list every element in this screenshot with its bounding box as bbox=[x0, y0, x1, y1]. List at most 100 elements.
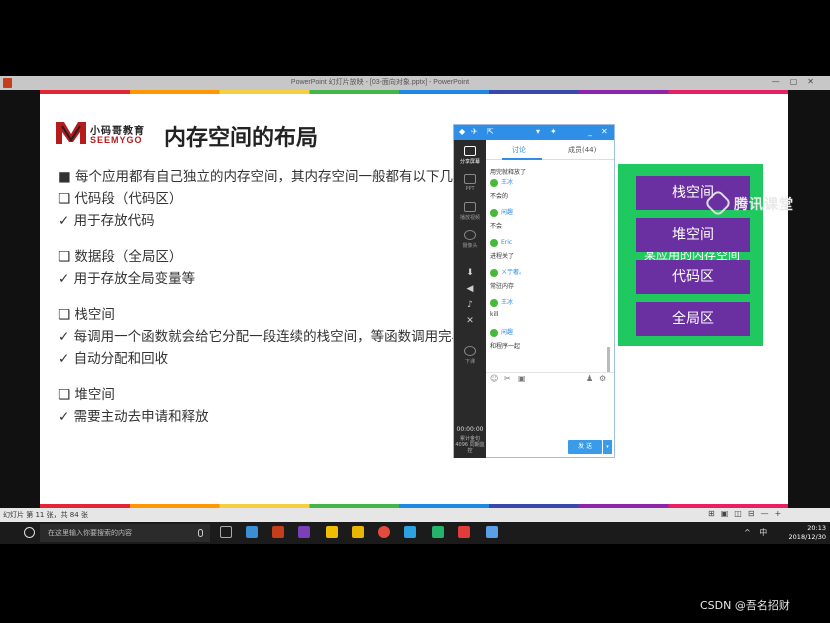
sidebar-label: 分享屏幕 bbox=[459, 159, 480, 165]
sublime-icon[interactable] bbox=[352, 526, 364, 538]
username: ㄨ亍奢。 bbox=[501, 269, 526, 276]
music-icon[interactable]: ♪ bbox=[454, 300, 486, 310]
taskbar-clock[interactable]: 20:13 2018/12/30 bbox=[786, 524, 826, 542]
ime-indicator[interactable]: 中 bbox=[759, 528, 770, 537]
csdn-credit: CSDN @吾名招财 bbox=[700, 599, 790, 612]
tab-discuss[interactable]: 讨论 bbox=[512, 145, 526, 155]
sidebar-label: 摄像头 bbox=[462, 243, 478, 249]
clion-icon[interactable] bbox=[432, 526, 444, 538]
class-timer: 00:00:00 bbox=[456, 426, 484, 433]
gear-icon[interactable]: ⚙ bbox=[599, 374, 606, 383]
start-icon[interactable] bbox=[24, 527, 35, 538]
user-settings-icon[interactable]: ♟ bbox=[586, 374, 593, 383]
brand-name-en: SEEMYGO bbox=[90, 135, 143, 145]
code-region: 代码区 bbox=[636, 260, 750, 294]
rainbow-top-bar bbox=[40, 90, 788, 94]
class-stats: 累计金句 4096 同期监控 bbox=[455, 436, 485, 454]
app-icon[interactable] bbox=[458, 526, 470, 538]
send-button[interactable]: 发 送 bbox=[568, 440, 602, 454]
slide-frame: 小码哥教育 SEEMYGO 内存空间的布局 ■ 每个应用都有自己独立的内存空间，… bbox=[0, 90, 830, 508]
end-class-button[interactable]: 下课 bbox=[454, 346, 486, 365]
window-controls[interactable]: —▢✕ bbox=[772, 77, 824, 86]
message-list[interactable]: 用完就释放了 王冰 不会的 闲趣 不会 Eric 进程关了 ㄨ亍奢。 常驻内存 … bbox=[486, 162, 610, 372]
tencent-classroom-watermark: 腾讯课堂 bbox=[703, 188, 800, 218]
microphone-icon[interactable] bbox=[198, 529, 203, 537]
global-region: 全局区 bbox=[636, 302, 750, 336]
list-item: 闲趣 和程序一起 bbox=[490, 328, 608, 350]
share-screen-button[interactable]: 分享屏幕 bbox=[454, 146, 486, 165]
app-icon[interactable] bbox=[486, 526, 498, 538]
powerpoint-app-icon[interactable] bbox=[272, 526, 284, 538]
speaker-icon[interactable]: ◀ bbox=[454, 284, 486, 294]
list-item: 王冰 不会的 bbox=[490, 178, 608, 200]
avatar bbox=[490, 238, 498, 247]
airplane-icon: ✈ bbox=[471, 127, 478, 136]
message-user: 闲趣 bbox=[490, 208, 608, 218]
minimize-icon[interactable]: _ bbox=[588, 127, 592, 136]
file-explorer-icon[interactable] bbox=[326, 526, 338, 538]
username: 闲趣 bbox=[501, 329, 514, 336]
view-controls[interactable]: ⊞▣◫⊟—+ bbox=[708, 509, 787, 518]
message-text: 用完就释放了 bbox=[490, 169, 527, 176]
sidebar-label: PPT bbox=[465, 186, 475, 192]
avatar bbox=[490, 328, 498, 337]
taskbar-search[interactable]: 在这里输入你要搜索的内容 bbox=[40, 524, 210, 542]
sidebar-label: 播放视频 bbox=[459, 215, 480, 221]
message-text: 不会的 bbox=[490, 193, 509, 200]
chat-sidebar: 分享屏幕 PPT 播放视频 摄像头 ⬇ ◀ ♪ ✕ 下课 00:00:00 累计… bbox=[454, 140, 486, 458]
classroom-chat-panel[interactable]: ◆ ✈ ⇱ ▾ ✦ _ ✕ 分享屏幕 PPT 播放视频 摄像头 ⬇ ◀ ♪ ✕ … bbox=[453, 124, 615, 458]
power-icon bbox=[464, 346, 476, 356]
chrome-icon[interactable] bbox=[378, 526, 390, 538]
video-icon bbox=[464, 202, 476, 212]
share-icon[interactable]: ⇱ bbox=[487, 127, 494, 136]
ppt-status-bar: 幻灯片 第 11 张，共 84 张 ⊞▣◫⊟—+ bbox=[0, 508, 830, 522]
emoji-icon[interactable]: ☺ bbox=[490, 374, 498, 383]
list-item: 王冰 kill bbox=[490, 298, 608, 318]
avatar bbox=[490, 268, 498, 277]
username: Eric bbox=[501, 239, 513, 246]
message-user: Eric bbox=[490, 238, 608, 248]
message-text: 和程序一起 bbox=[490, 343, 521, 350]
download-icon[interactable]: ⬇ bbox=[454, 268, 486, 278]
camera-button[interactable]: 摄像头 bbox=[454, 230, 486, 249]
username: 闲趣 bbox=[501, 209, 514, 216]
avatar bbox=[490, 208, 498, 217]
watermark-text: 腾讯课堂 bbox=[734, 197, 794, 213]
slide[interactable]: 小码哥教育 SEEMYGO 内存空间的布局 ■ 每个应用都有自己独立的内存空间，… bbox=[40, 90, 788, 508]
tencent-classroom-icon bbox=[703, 188, 733, 218]
scissors-icon[interactable]: ✂ bbox=[504, 374, 511, 383]
close-icon[interactable]: ✕ bbox=[601, 127, 608, 136]
share-screen-icon bbox=[464, 146, 476, 156]
tab-members[interactable]: 成员(44) bbox=[568, 145, 596, 155]
powerpoint-window: PowerPoint 幻灯片放映 - [03-面向对象.pptx] - Powe… bbox=[0, 76, 830, 522]
app-icon[interactable] bbox=[404, 526, 416, 538]
send-options-icon[interactable]: ▾ bbox=[603, 440, 612, 454]
search-input[interactable]: 在这里输入你要搜索的内容 bbox=[48, 528, 132, 538]
list-item: 闲趣 不会 bbox=[490, 208, 608, 230]
message-text: 进程关了 bbox=[490, 253, 515, 260]
wifi-icon: ◆ bbox=[459, 127, 466, 136]
avatar bbox=[490, 178, 498, 187]
list-item: Eric 进程关了 bbox=[490, 238, 608, 260]
chat-toolbar: ☺ ✂ ▣ ♟ ⚙ bbox=[486, 372, 614, 384]
pin-icon[interactable]: ✦ bbox=[550, 127, 557, 136]
dropdown-icon[interactable]: ▾ bbox=[536, 127, 540, 136]
seemygo-logo-icon bbox=[56, 122, 86, 144]
chat-scrollbar[interactable] bbox=[607, 347, 610, 372]
system-tray[interactable]: ^ 中 bbox=[744, 527, 770, 538]
message-text: 不会 bbox=[490, 223, 503, 230]
avatar bbox=[490, 298, 498, 307]
slide-title: 内存空间的布局 bbox=[164, 126, 319, 151]
ppt-button[interactable]: PPT bbox=[454, 174, 486, 192]
chat-tabs: 讨论 成员(44) bbox=[486, 140, 614, 160]
app-icon[interactable] bbox=[246, 526, 258, 538]
play-video-button[interactable]: 播放视频 bbox=[454, 202, 486, 221]
visual-studio-icon[interactable] bbox=[298, 526, 310, 538]
brand-logo: 小码哥教育 SEEMYGO bbox=[54, 116, 174, 150]
camera-icon bbox=[464, 230, 476, 240]
tools-icon[interactable]: ✕ bbox=[454, 316, 486, 326]
image-icon[interactable]: ▣ bbox=[518, 374, 526, 383]
task-view-icon[interactable] bbox=[220, 526, 232, 538]
ppt-icon bbox=[464, 174, 476, 184]
message-user: 闲趣 bbox=[490, 328, 608, 338]
